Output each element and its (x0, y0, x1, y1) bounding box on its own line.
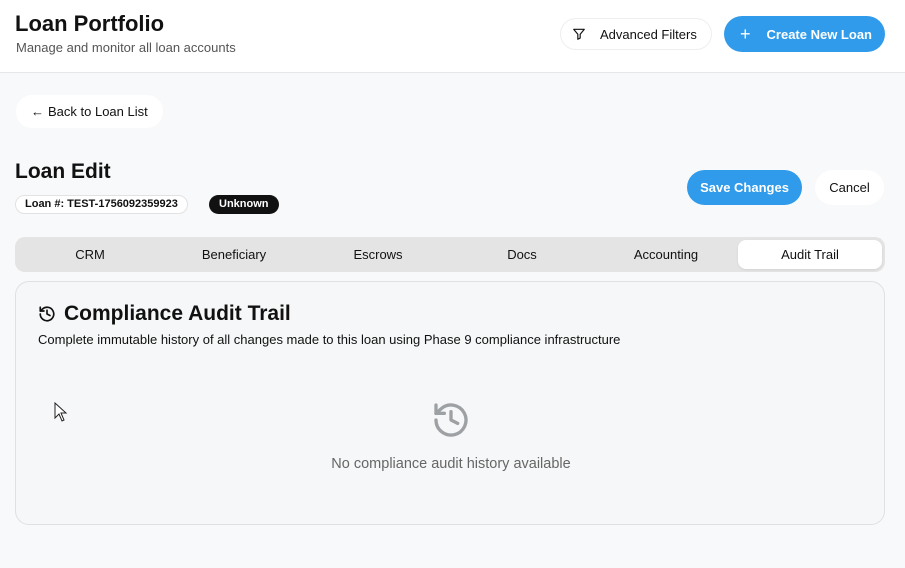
back-label: Back to Loan List (48, 104, 148, 119)
create-new-loan-button[interactable]: + Create New Loan (724, 16, 885, 52)
app-title: Loan Portfolio (15, 11, 165, 36)
tab-docs[interactable]: Docs (450, 240, 594, 269)
tab-crm[interactable]: CRM (18, 240, 162, 269)
status-badge: Unknown (209, 195, 279, 214)
cancel-button[interactable]: Cancel (815, 170, 884, 205)
page-title: Loan Edit (15, 160, 111, 183)
audit-trail-panel: Compliance Audit Trail Complete immutabl… (15, 281, 885, 525)
save-changes-button[interactable]: Save Changes (687, 170, 802, 205)
create-new-loan-label: Create New Loan (766, 26, 872, 42)
audit-description: Complete immutable history of all change… (38, 332, 621, 347)
advanced-filters-button[interactable]: Advanced Filters (560, 18, 712, 50)
tab-beneficiary[interactable]: Beneficiary (162, 240, 306, 269)
tab-accounting[interactable]: Accounting (594, 240, 738, 269)
tab-escrows[interactable]: Escrows (306, 240, 450, 269)
back-to-loan-list-button[interactable]: ← Back to Loan List (16, 95, 163, 128)
history-empty-icon (434, 403, 468, 437)
arrow-left-icon: ← (31, 104, 44, 119)
app-header: Loan Portfolio Manage and monitor all lo… (0, 0, 905, 73)
tab-audit-trail[interactable]: Audit Trail (738, 240, 882, 269)
history-icon (39, 306, 55, 322)
filter-icon (573, 28, 585, 40)
loan-number-badge: Loan #: TEST-1756092359923 (15, 195, 188, 214)
advanced-filters-label: Advanced Filters (600, 26, 697, 42)
loan-tabs: CRM Beneficiary Escrows Docs Accounting … (15, 237, 885, 272)
empty-state-message: No compliance audit history available (331, 456, 571, 472)
audit-title: Compliance Audit Trail (64, 302, 291, 325)
app-subtitle: Manage and monitor all loan accounts (16, 40, 236, 55)
plus-icon: + (740, 24, 751, 44)
panel-title-row: Compliance Audit Trail (38, 302, 291, 326)
mouse-cursor-icon (54, 402, 68, 422)
